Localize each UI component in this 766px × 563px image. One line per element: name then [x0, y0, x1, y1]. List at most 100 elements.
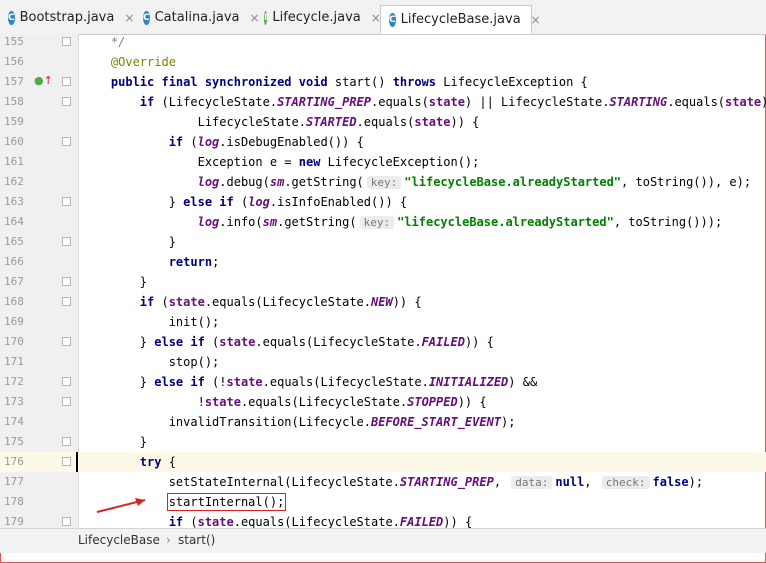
code-text: */: [110, 35, 126, 49]
class-c-icon: C: [143, 10, 150, 25]
implements-method-icon[interactable]: ●↑: [34, 74, 53, 87]
fold-marker-icon[interactable]: [62, 237, 71, 246]
line-number: 171: [4, 355, 24, 368]
code-text: }: [82, 275, 148, 289]
code-text: init();: [82, 315, 220, 329]
fold-marker-icon[interactable]: [62, 297, 71, 306]
code-line[interactable]: 172 } else if (!state.equals(LifecycleSt…: [0, 372, 766, 392]
line-number: 175: [4, 435, 24, 448]
code-line[interactable]: 170 } else if (state.equals(LifecycleSta…: [0, 332, 766, 352]
fold-marker-icon[interactable]: [62, 377, 71, 386]
close-icon[interactable]: ×: [531, 13, 541, 27]
class-c-icon: C: [8, 10, 15, 25]
code-text: try {: [139, 455, 176, 469]
code-line[interactable]: 171 stop();: [0, 352, 766, 372]
code-line[interactable]: 160 if (log.isDebugEnabled()) {: [0, 132, 766, 152]
code-text: public final synchronized void start() t…: [110, 75, 588, 89]
tab-label: LifecycleBase.java: [400, 12, 521, 27]
code-line[interactable]: 167 }: [0, 272, 766, 292]
fold-marker-icon[interactable]: [62, 437, 71, 446]
tab-label: Bootstrap.java: [19, 10, 115, 25]
tab-label: Catalina.java: [154, 10, 240, 25]
tab-label: Lifecycle.java: [272, 10, 361, 25]
code-text: } else if (state.equals(LifecycleState.F…: [82, 335, 494, 349]
fold-marker-icon[interactable]: [62, 137, 71, 146]
code-line[interactable]: 165 }: [0, 232, 766, 252]
code-text: } else if (!state.equals(LifecycleState.…: [82, 375, 538, 389]
fold-marker-icon[interactable]: [62, 197, 71, 206]
line-number: 155: [4, 35, 24, 48]
line-number: 159: [4, 115, 24, 128]
line-number: 169: [4, 315, 24, 328]
line-number: 168: [4, 295, 24, 308]
code-line[interactable]: 166 return;: [0, 252, 766, 272]
line-number: 162: [4, 175, 24, 188]
line-number: 174: [4, 415, 24, 428]
code-line[interactable]: 173 !state.equals(LifecycleState.STOPPED…: [0, 392, 766, 412]
line-number: 177: [4, 475, 24, 488]
tab-bootstrap-java[interactable]: C Bootstrap.java ×: [0, 5, 135, 30]
line-number: 166: [4, 255, 24, 268]
code-text: return;: [168, 255, 220, 269]
line-number: 156: [4, 55, 24, 68]
code-line[interactable]: 161 Exception e = new LifecycleException…: [0, 152, 766, 172]
code-editor[interactable]: 155 */156 @Override 157 ●↑ public final sy…: [0, 34, 766, 528]
interface-i-icon: I: [264, 10, 268, 25]
line-number: 160: [4, 135, 24, 148]
line-number: 173: [4, 395, 24, 408]
code-line[interactable]: 174 invalidTransition(Lifecycle.BEFORE_S…: [0, 412, 766, 432]
class-c-icon: C: [389, 12, 396, 27]
line-number: 163: [4, 195, 24, 208]
code-line[interactable]: 177 setStateInternal(LifecycleState.STAR…: [0, 472, 766, 492]
code-line[interactable]: 157 ●↑ public final synchronized void sta…: [0, 72, 766, 92]
code-line[interactable]: 159 LifecycleState.STARTED.equals(state)…: [0, 112, 766, 132]
line-number: 172: [4, 375, 24, 388]
fold-marker-icon[interactable]: [62, 97, 71, 106]
line-number: 164: [4, 215, 24, 228]
line-number: 179: [4, 515, 24, 528]
fold-marker-icon[interactable]: [62, 397, 71, 406]
code-line[interactable]: 164 log.info(sm.getString(key: "lifecycle…: [0, 212, 766, 232]
code-line[interactable]: 156 @Override: [0, 52, 766, 72]
red-arrow-annotation-icon: [96, 498, 146, 513]
code-line[interactable]: 169 init();: [0, 312, 766, 332]
breadcrumb: LifecycleBase › start(): [0, 528, 766, 553]
fold-marker-icon[interactable]: [62, 517, 71, 526]
tab-lifecycle-java[interactable]: I Lifecycle.java ×: [256, 5, 381, 30]
code-text: !state.equals(LifecycleState.STOPPED)) {: [82, 395, 487, 409]
code-line[interactable]: 176 try {: [0, 452, 766, 472]
line-number: 167: [4, 275, 24, 288]
code-line[interactable]: 155 */: [0, 34, 766, 52]
code-text: LifecycleState.STARTED.equals(state)) {: [82, 115, 480, 129]
line-number: 176: [4, 455, 24, 468]
code-line[interactable]: 175 }: [0, 432, 766, 452]
tab-catalina-java[interactable]: C Catalina.java ×: [135, 5, 260, 30]
code-line[interactable]: 162 log.debug(sm.getString(key: "lifecycl…: [0, 172, 766, 192]
fold-marker-icon[interactable]: [62, 337, 71, 346]
code-text: Exception e = new LifecycleException();: [82, 155, 480, 169]
line-number: 165: [4, 235, 24, 248]
fold-marker-icon[interactable]: [62, 457, 71, 466]
code-text: if (state.equals(LifecycleState.NEW)) {: [139, 295, 422, 309]
tab-lifecyclebase-java[interactable]: C LifecycleBase.java ×: [380, 5, 541, 34]
close-icon[interactable]: ×: [124, 11, 134, 25]
code-text: stop();: [82, 355, 220, 369]
code-line[interactable]: 158 if (LifecycleState.STARTING_PREP.equ…: [0, 92, 766, 112]
code-line[interactable]: 168 if (state.equals(LifecycleState.NEW)…: [0, 292, 766, 312]
line-number: 158: [4, 95, 24, 108]
text-caret: [76, 452, 78, 472]
code-text: @Override: [110, 55, 176, 69]
fold-marker-icon[interactable]: [62, 77, 71, 86]
code-text: setStateInternal(LifecycleState.STARTING…: [82, 475, 704, 489]
breadcrumb-method[interactable]: start(): [178, 533, 215, 547]
code-text: log.info(sm.getString(key: "lifecycleBase…: [197, 215, 723, 229]
code-text: if (log.isDebugEnabled()) {: [168, 135, 364, 149]
code-text: }: [82, 235, 176, 249]
fold-marker-icon[interactable]: [62, 37, 71, 46]
fold-marker-icon[interactable]: [62, 277, 71, 286]
breadcrumb-class[interactable]: LifecycleBase: [78, 533, 160, 547]
code-text: invalidTransition(Lifecycle.BEFORE_START…: [82, 415, 516, 429]
line-number: 161: [4, 155, 24, 168]
code-line[interactable]: 163 } else if (log.isInfoEnabled()) {: [0, 192, 766, 212]
code-text: log.debug(sm.getString(key: "lifecycleBas…: [197, 175, 752, 189]
